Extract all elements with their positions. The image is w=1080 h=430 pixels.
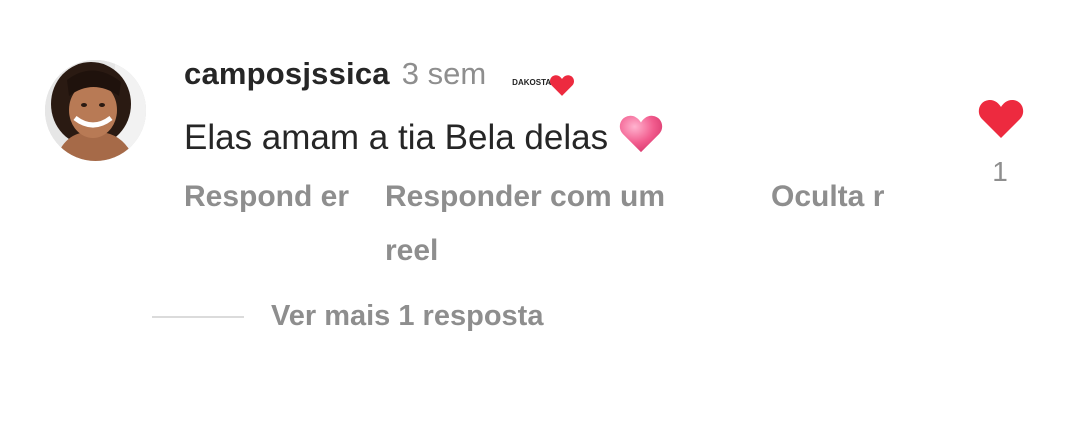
comment: camposjssica 3 sem DAKOSTA Elas amam a t… (0, 0, 1080, 430)
reply-button[interactable]: Respond er (184, 170, 354, 224)
comment-time: 3 sem (401, 56, 487, 91)
comment-header: camposjssica 3 sem DAKOSTA (184, 56, 575, 96)
avatar-photo (45, 60, 146, 161)
username[interactable]: camposjssica (184, 56, 390, 92)
heart-icon (550, 75, 575, 96)
view-more-replies-label[interactable]: Ver mais 1 resposta (271, 300, 543, 333)
pink-heart-emoji (618, 112, 664, 163)
badge-logo: DAKOSTA (512, 78, 552, 87)
like-count: 1 (992, 156, 1008, 187)
comment-text-row: Elas amam a tia Bela delas (184, 112, 664, 163)
reply-with-reel-button[interactable]: Responder com um reel (385, 170, 725, 278)
like-heart-icon[interactable] (977, 96, 1025, 140)
view-more-replies[interactable]: Ver mais 1 resposta (152, 300, 543, 333)
avatar[interactable] (45, 60, 146, 161)
comment-text: Elas amam a tia Bela delas (184, 117, 609, 157)
hide-button[interactable]: Oculta r (771, 170, 911, 224)
replies-divider (152, 315, 244, 318)
user-badge: DAKOSTA (512, 73, 575, 97)
